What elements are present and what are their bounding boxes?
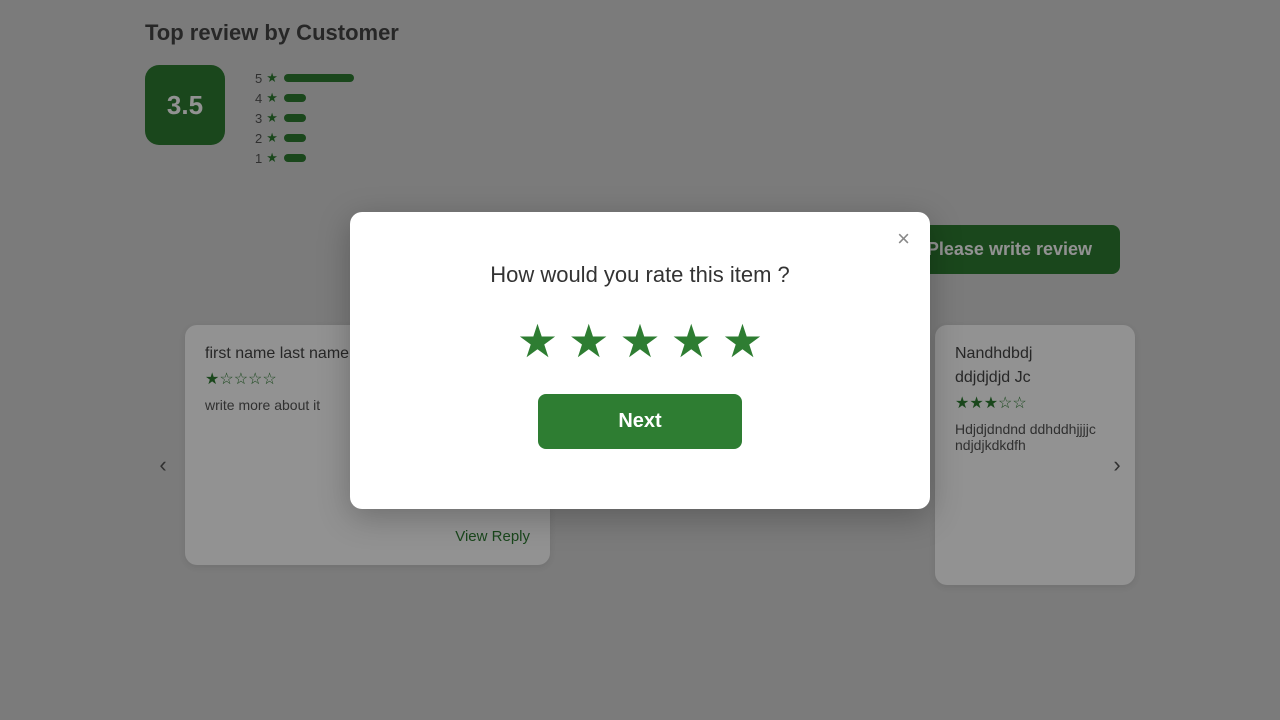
- modal-star-2[interactable]: ★: [568, 318, 609, 364]
- modal-close-button[interactable]: ×: [897, 228, 910, 250]
- modal-star-4[interactable]: ★: [671, 318, 712, 364]
- modal-stars: ★ ★ ★ ★ ★: [517, 318, 763, 364]
- rating-modal: × How would you rate this item ? ★ ★ ★ ★…: [350, 212, 930, 509]
- modal-star-5[interactable]: ★: [722, 318, 763, 364]
- modal-star-3[interactable]: ★: [619, 318, 660, 364]
- next-button[interactable]: Next: [538, 394, 741, 449]
- modal-title: How would you rate this item ?: [490, 262, 790, 288]
- modal-overlay: × How would you rate this item ? ★ ★ ★ ★…: [0, 0, 1280, 720]
- modal-star-1[interactable]: ★: [517, 318, 558, 364]
